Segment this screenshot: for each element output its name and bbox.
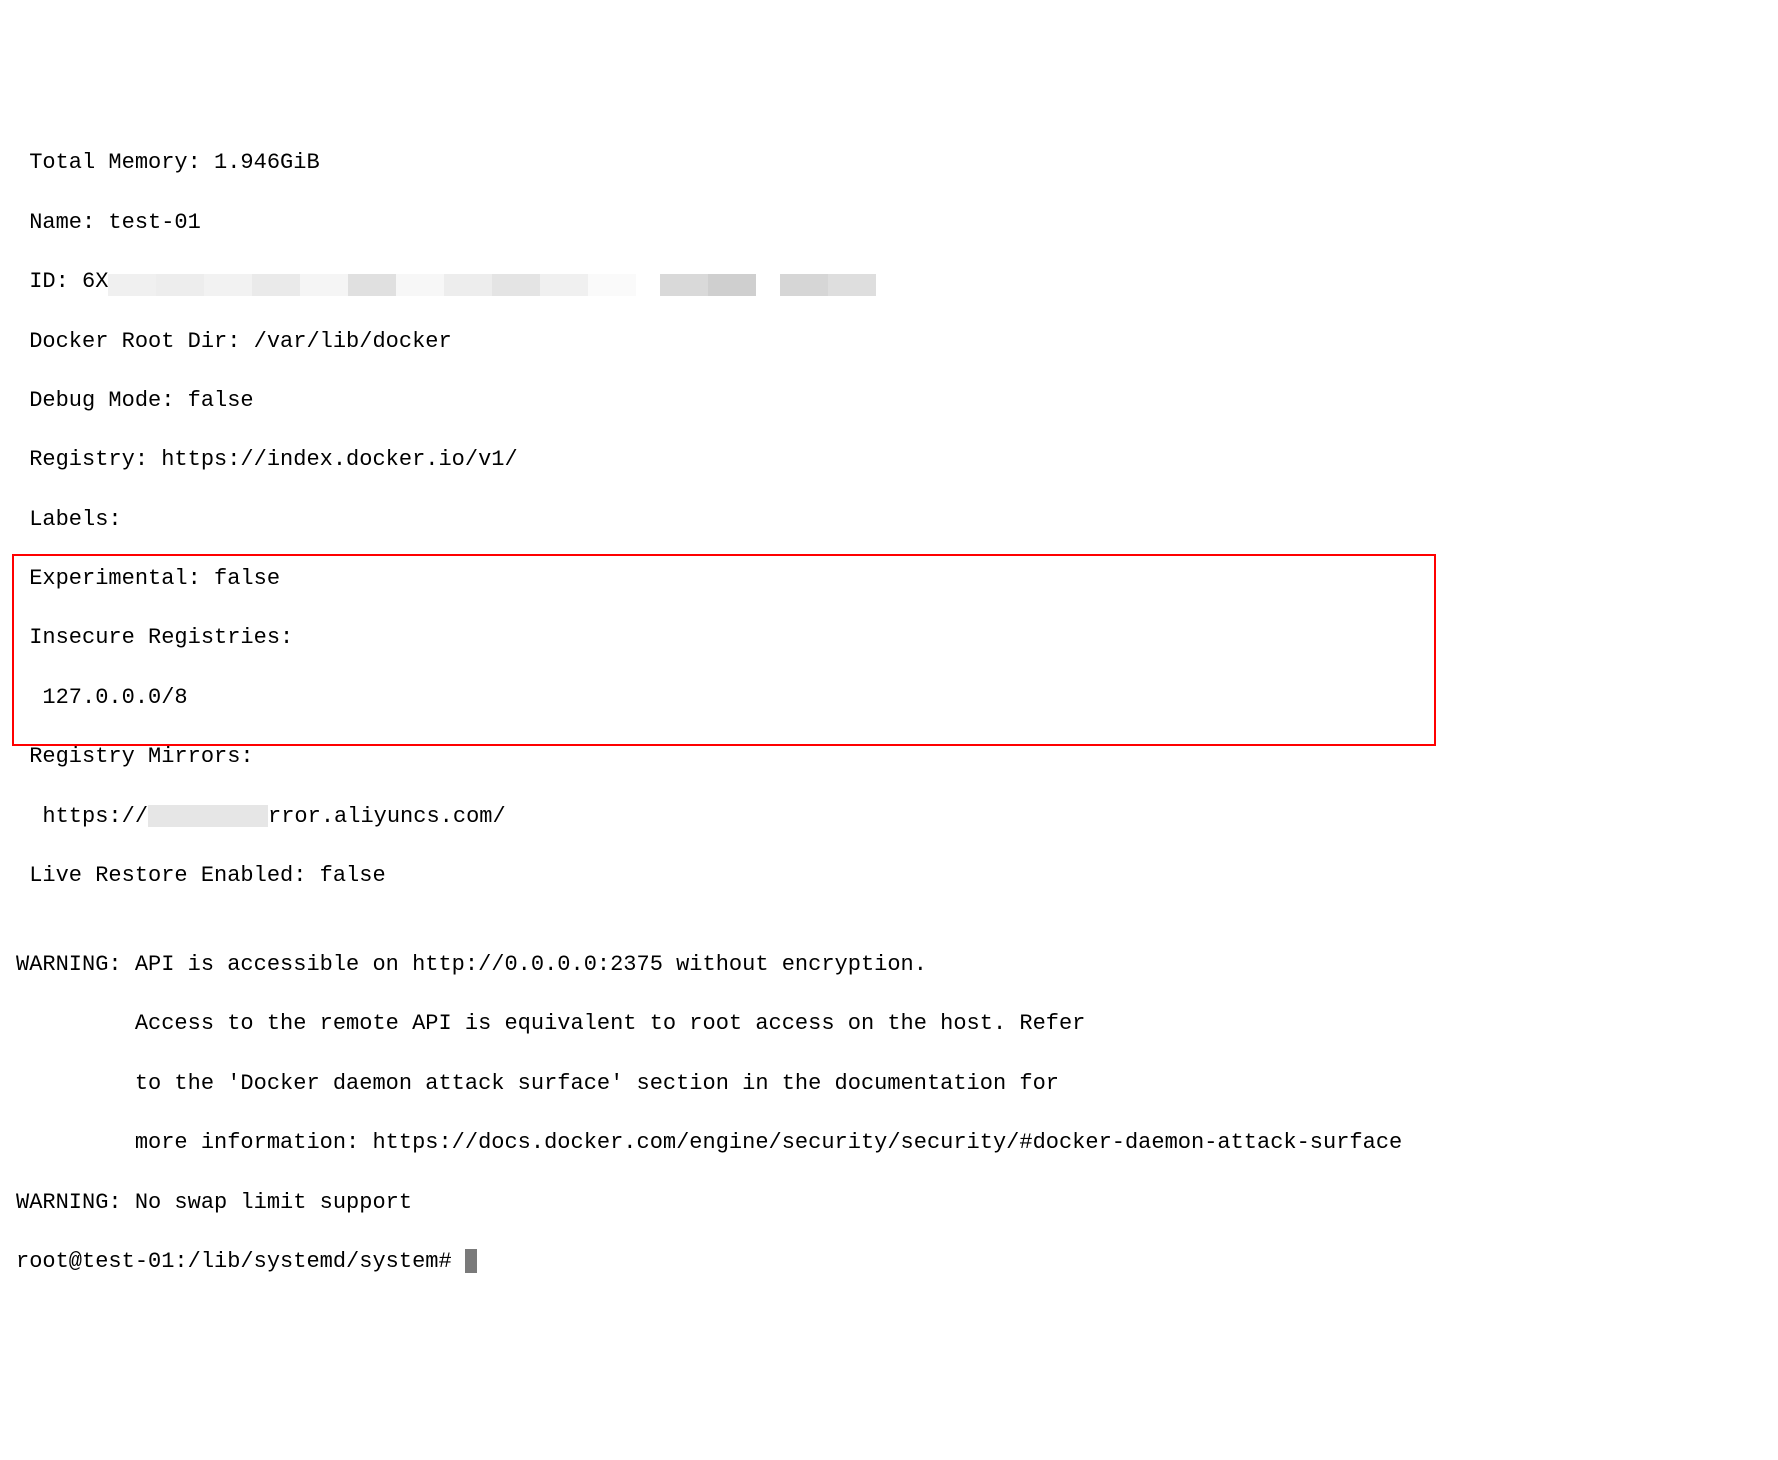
warning-line-4: more information: https://docs.docker.co…: [16, 1128, 1778, 1158]
redacted-mirror: [148, 805, 268, 827]
cursor: [465, 1249, 477, 1273]
labels-line: Labels:: [16, 505, 1778, 535]
id-prefix: ID: 6X: [16, 269, 108, 294]
mirror-prefix: https://: [16, 804, 148, 829]
mirror-suffix: rror.aliyuncs.com/: [268, 804, 506, 829]
warning-line-5: WARNING: No swap limit support: [16, 1188, 1778, 1218]
registry-mirrors-line: Registry Mirrors:: [16, 742, 1778, 772]
total-memory-line: Total Memory: 1.946GiB: [16, 148, 1778, 178]
warning-line-3: to the 'Docker daemon attack surface' se…: [16, 1069, 1778, 1099]
warning-line-2: Access to the remote API is equivalent t…: [16, 1009, 1778, 1039]
docker-root-dir-line: Docker Root Dir: /var/lib/docker: [16, 327, 1778, 357]
prompt-line[interactable]: root@test-01:/lib/systemd/system#: [16, 1247, 1778, 1277]
insecure-registries-line: Insecure Registries:: [16, 623, 1778, 653]
registry-line: Registry: https://index.docker.io/v1/: [16, 445, 1778, 475]
debug-mode-line: Debug Mode: false: [16, 386, 1778, 416]
terminal-output[interactable]: Total Memory: 1.946GiB Name: test-01 ID:…: [16, 119, 1778, 1336]
name-line: Name: test-01: [16, 208, 1778, 238]
insecure-entry-line: 127.0.0.0/8: [16, 683, 1778, 713]
id-line: ID: 6X: [16, 267, 1778, 297]
experimental-line: Experimental: false: [16, 564, 1778, 594]
shell-prompt: root@test-01:/lib/systemd/system#: [16, 1249, 465, 1274]
redacted-id: [108, 270, 876, 292]
mirror-line: https:// rror.aliyuncs.com/: [16, 802, 1778, 832]
warning-line-1: WARNING: API is accessible on http://0.0…: [16, 950, 1778, 980]
live-restore-line: Live Restore Enabled: false: [16, 861, 1778, 891]
